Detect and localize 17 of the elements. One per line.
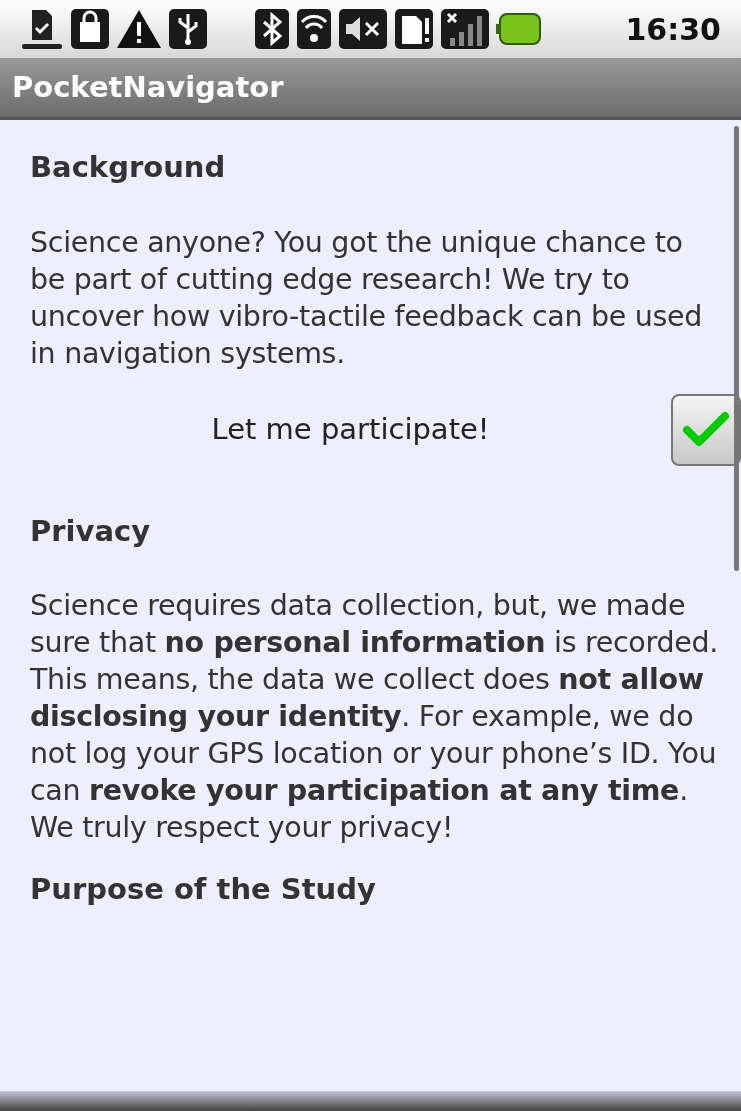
section-heading: Privacy: [30, 512, 152, 550]
download-icon: [20, 8, 64, 50]
section-heading: Purpose of the Study: [30, 871, 377, 908]
warning-icon: [116, 8, 162, 50]
wifi-icon: [296, 8, 332, 50]
checkbox[interactable]: [671, 393, 741, 466]
usb-icon: [168, 8, 208, 50]
section-heading: Background: [30, 149, 227, 186]
bluetooth-icon: [254, 8, 290, 50]
checkbox-label: Let me participate!: [210, 410, 491, 448]
paragraph: Science anyone? You got the unique chance to be part of cutting edge research! We try to uncover how vibro-tactile feedback can be used in navigation systems.: [30, 224, 704, 372]
app-title: PocketNavigator: [12, 68, 284, 106]
paragraph: Science requires data collection, but, we made sure that no personal information is recorded. This means, the data we collect does not allow disclosing your identity. For example, we do not log your GPS location or your phone’s ID. You can revoke your participation at any time. We truly respect your privacy!: [30, 588, 719, 846]
mute-icon: [338, 8, 388, 50]
sim-card-icon: [394, 8, 434, 50]
status-time: 16:30: [625, 10, 721, 49]
signal-icon: [440, 8, 490, 50]
